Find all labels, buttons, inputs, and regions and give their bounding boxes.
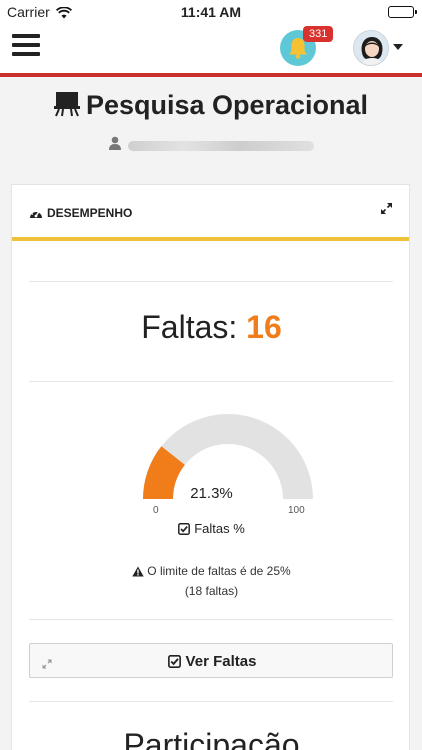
gauge-caption-text: Faltas % <box>194 521 245 536</box>
battery-icon <box>388 6 417 18</box>
faltas-summary: Faltas: 16 <box>12 309 411 346</box>
panel-title: DESEMPENHO <box>29 206 132 220</box>
ver-faltas-button[interactable]: Ver Faltas <box>29 643 393 678</box>
gauge-caption: Faltas % <box>12 521 411 536</box>
limit-line-1: O limite de faltas é de 25% <box>147 564 291 578</box>
status-bar: Carrier 11:41 AM <box>0 0 422 24</box>
gauge-value: 21.3% <box>190 485 233 502</box>
limit-note: O limite de faltas é de 25% (18 faltas) <box>12 561 411 601</box>
divider <box>29 381 393 382</box>
user-row <box>0 136 422 155</box>
clock: 11:41 AM <box>180 4 242 20</box>
page-title: Pesquisa Operacional <box>0 90 422 124</box>
user-icon <box>108 136 122 155</box>
menu-icon[interactable] <box>12 34 40 58</box>
user-name-blurred <box>128 140 314 151</box>
expand-icon[interactable] <box>380 202 393 220</box>
desempenho-panel: DESEMPENHO Faltas: 16 21.3% 0 100 Faltas… <box>11 184 410 750</box>
limit-line-2: (18 faltas) <box>184 584 239 598</box>
divider <box>29 701 393 702</box>
checkbox-checked-icon <box>167 655 181 668</box>
page-title-text: Pesquisa Operacional <box>85 90 369 120</box>
chevron-down-icon[interactable] <box>393 44 403 50</box>
classroom-icon <box>53 91 80 124</box>
dashboard-icon <box>30 209 42 218</box>
warning-icon <box>132 566 144 577</box>
ver-faltas-text: Ver Faltas <box>185 653 257 670</box>
checkbox-checked-icon <box>178 523 191 535</box>
faltas-label: Faltas: <box>141 309 247 345</box>
participacao-heading: Participação <box>123 727 300 750</box>
notification-count-badge: 331 <box>303 26 334 42</box>
avatar[interactable] <box>353 30 389 66</box>
panel-title-text: DESEMPENHO <box>47 206 133 220</box>
ver-faltas-label: Ver Faltas <box>30 653 394 670</box>
gauge-min: 0 <box>153 505 159 516</box>
panel-header: DESEMPENHO <box>12 185 409 241</box>
gauge-max: 100 <box>288 505 305 516</box>
divider <box>29 619 393 620</box>
divider <box>29 281 393 282</box>
faltas-count: 16 <box>246 309 282 345</box>
top-navbar: 331 <box>0 24 422 77</box>
